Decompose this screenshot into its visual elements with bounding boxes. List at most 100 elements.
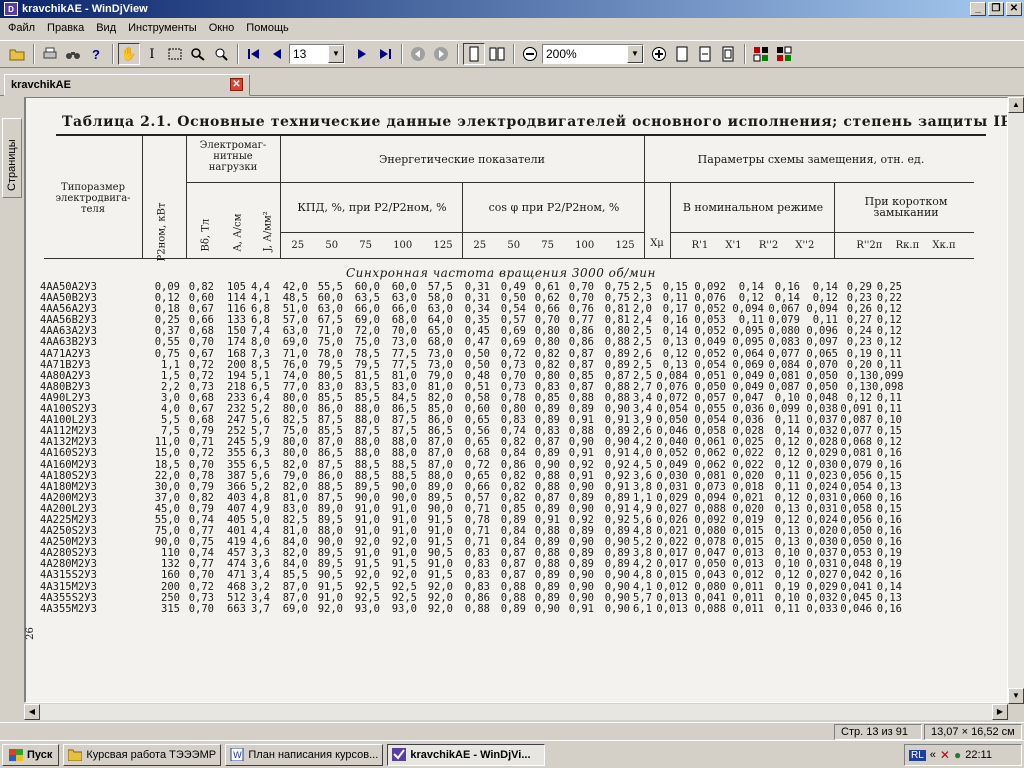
print-icon[interactable]	[39, 43, 61, 65]
scroll-left-icon[interactable]: ◀	[24, 704, 40, 720]
motor-type-cell: 4А160S2УЗ	[40, 447, 97, 460]
svg-text:W: W	[233, 751, 242, 761]
chevron-down-icon[interactable]: ▼	[328, 45, 344, 63]
two-pages-icon[interactable]	[486, 43, 508, 65]
hand-tool-icon[interactable]: ✋	[118, 43, 140, 65]
zoom-rect-icon[interactable]	[210, 43, 232, 65]
table-cell: 0,72	[500, 347, 526, 360]
table-cell: 0,50	[464, 347, 490, 360]
tray-expand-icon[interactable]: «	[930, 749, 936, 761]
level-125: 125	[433, 240, 453, 251]
back-icon[interactable]	[407, 43, 429, 65]
help-icon[interactable]: ?	[85, 43, 107, 65]
close-window-button[interactable]: ✕	[1006, 2, 1022, 16]
vertical-scrollbar[interactable]: ▲ ▼	[1008, 97, 1024, 704]
word-document-icon: W	[230, 748, 244, 761]
menu-file[interactable]: Файл	[2, 22, 41, 34]
layer-mode-icon[interactable]	[773, 43, 795, 65]
col-xkp: Xк.п	[932, 240, 956, 251]
zoom-combo[interactable]: 200% ▼	[542, 44, 644, 64]
windjview-app-icon[interactable]: D	[4, 2, 18, 16]
language-indicator[interactable]: RL	[909, 749, 926, 761]
table-cell: 0,82	[534, 347, 560, 360]
motor-type-cell: 4А315S2УЗ	[40, 569, 97, 582]
header-j: J, А/мм²	[262, 211, 274, 252]
menu-edit[interactable]: Правка	[41, 22, 90, 34]
header-rule	[280, 182, 974, 183]
header-power: P2ном, кВт	[156, 202, 168, 262]
start-button[interactable]: Пуск	[2, 743, 60, 766]
table-cell: 0,84	[500, 447, 526, 460]
table-cell: 92,0	[354, 569, 380, 582]
taskbar-item-windjview[interactable]: kravchikAE - WinDjVi...	[387, 743, 546, 766]
first-page-icon[interactable]	[243, 43, 265, 65]
pages-panel-tab[interactable]: Страницы	[2, 118, 22, 198]
document-tab[interactable]: kravchikAE ✕	[4, 74, 250, 96]
section-caption: Синхронная частота вращения 3000 об/мин	[346, 266, 656, 280]
table-cell: 0,064	[732, 347, 764, 360]
table-cell: 0,68	[464, 447, 490, 460]
table-cell: 0,88	[500, 580, 526, 593]
table-cell: 0,92	[568, 458, 594, 471]
zoom-value: 200%	[546, 47, 577, 61]
fit-page-icon[interactable]	[717, 43, 739, 65]
taskbar-item-word[interactable]: W План написания курсов...	[225, 743, 384, 766]
zoom-icon[interactable]	[187, 43, 209, 65]
header-short-cols: R''2п Rк.п Xк.п	[838, 240, 974, 251]
table-cell: 0,030	[806, 458, 838, 471]
table-cell: 0,013	[656, 602, 688, 615]
taskbar-item-folder[interactable]: Курсвая работа ТЭЭЭМР	[63, 743, 222, 766]
table-cell: 355	[227, 458, 246, 471]
table-cell: 3,7	[251, 602, 270, 615]
scroll-right-icon[interactable]: ▶	[992, 704, 1008, 720]
table-row: 4А71А2УЗ 0,75 0,67 168 7,3 71,0 78,0 78,5 77,5 73…	[40, 347, 960, 360]
table-cell: 0,89	[500, 602, 526, 615]
chevron-down-icon[interactable]: ▼	[627, 45, 643, 63]
table-cell: 87,0	[427, 458, 453, 471]
utorrent-icon[interactable]: ●	[954, 748, 961, 762]
restore-button[interactable]: ❐	[988, 2, 1004, 16]
table-cell: 160	[161, 569, 180, 582]
zoom-in-icon[interactable]	[648, 43, 670, 65]
previous-page-icon[interactable]	[266, 43, 288, 65]
page-number-combo[interactable]: 13 ▼	[289, 44, 345, 64]
horizontal-scrollbar[interactable]: ◀ ▶	[24, 704, 1008, 720]
network-icon[interactable]: ✕	[940, 748, 950, 762]
menu-view[interactable]: Вид	[90, 22, 122, 34]
taskbar-item-label: Курсвая работа ТЭЭЭМР	[86, 748, 217, 761]
menu-tools[interactable]: Инструменты	[122, 22, 203, 34]
zoom-out-icon[interactable]	[519, 43, 541, 65]
toolbar-separator	[457, 44, 459, 64]
actual-size-icon[interactable]	[671, 43, 693, 65]
single-page-icon[interactable]	[463, 43, 485, 65]
level-25: 25	[473, 240, 487, 251]
menu-window[interactable]: Окно	[203, 22, 241, 34]
forward-icon[interactable]	[430, 43, 452, 65]
fit-width-icon[interactable]	[694, 43, 716, 65]
close-tab-icon[interactable]: ✕	[230, 78, 243, 91]
table-cell: 0,72	[464, 458, 490, 471]
scroll-down-icon[interactable]: ▼	[1008, 688, 1024, 704]
next-page-icon[interactable]	[351, 43, 373, 65]
table-cell: 86,5	[317, 447, 343, 460]
table-cell: 6,5	[251, 458, 270, 471]
scroll-up-icon[interactable]: ▲	[1008, 97, 1024, 113]
table-row: 4А160М2УЗ 18,5 0,70 355 6,5 82,0 87,5 88,5 88,5 8…	[40, 458, 960, 471]
table-cell: 0,67	[188, 347, 214, 360]
table-cell: 0,16	[876, 569, 902, 582]
text-select-icon[interactable]: I	[141, 43, 163, 65]
last-page-icon[interactable]	[374, 43, 396, 65]
table-cell: 0,90	[568, 580, 594, 593]
header-xm: Xμ	[650, 238, 664, 249]
level-100: 100	[575, 240, 595, 251]
document-viewport[interactable]: Таблица 2.1. Основные технические данные…	[24, 97, 1008, 703]
find-binoculars-icon[interactable]	[62, 43, 84, 65]
table-cell: 0,11	[774, 602, 800, 615]
minimize-button[interactable]: _	[970, 2, 986, 16]
open-folder-icon[interactable]	[6, 43, 28, 65]
menu-help[interactable]: Помощь	[240, 22, 295, 34]
table-cell: 87,0	[282, 580, 308, 593]
table-cell: 0,081	[840, 447, 872, 460]
display-mode-icon[interactable]	[750, 43, 772, 65]
rect-select-icon[interactable]	[164, 43, 186, 65]
